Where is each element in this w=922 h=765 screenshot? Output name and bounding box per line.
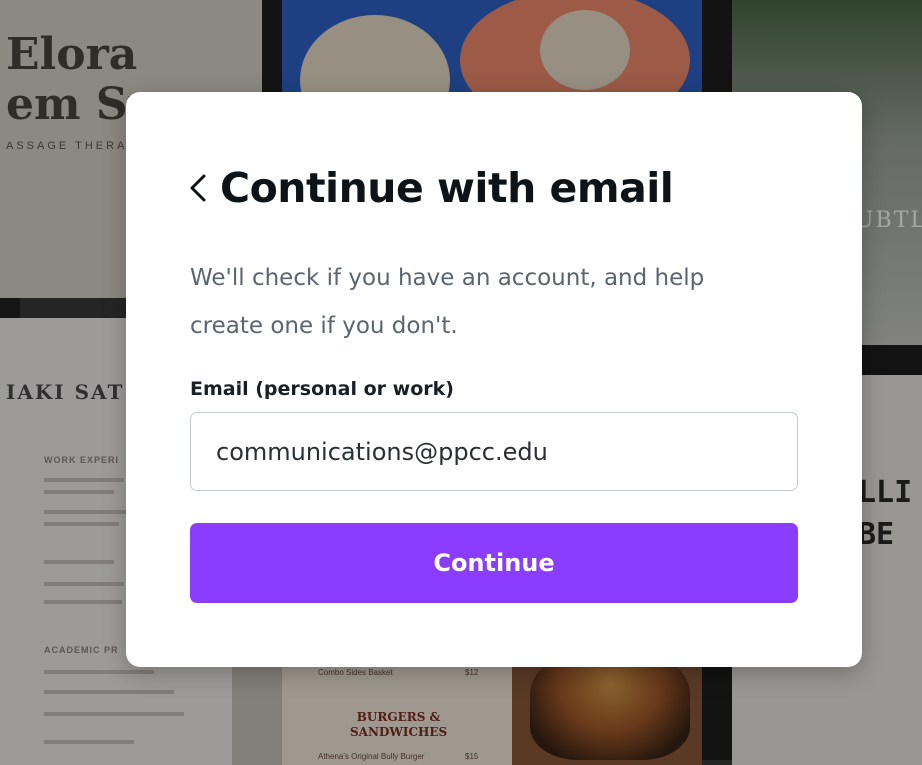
continue-button[interactable]: Continue (190, 523, 798, 603)
email-field[interactable] (190, 412, 798, 491)
chevron-left-icon (190, 174, 206, 202)
description-line-1: We'll check if you have an account, and … (190, 265, 705, 291)
modal-title: Continue with email (220, 164, 674, 212)
description-line-2: create one if you don't. (190, 313, 458, 339)
email-login-modal: Continue with email We'll check if you h… (126, 92, 862, 667)
email-field-label: Email (personal or work) (190, 378, 454, 400)
modal-header: Continue with email (188, 164, 674, 212)
back-button[interactable] (188, 164, 220, 212)
modal-description: We'll check if you have an account, and … (190, 254, 810, 350)
